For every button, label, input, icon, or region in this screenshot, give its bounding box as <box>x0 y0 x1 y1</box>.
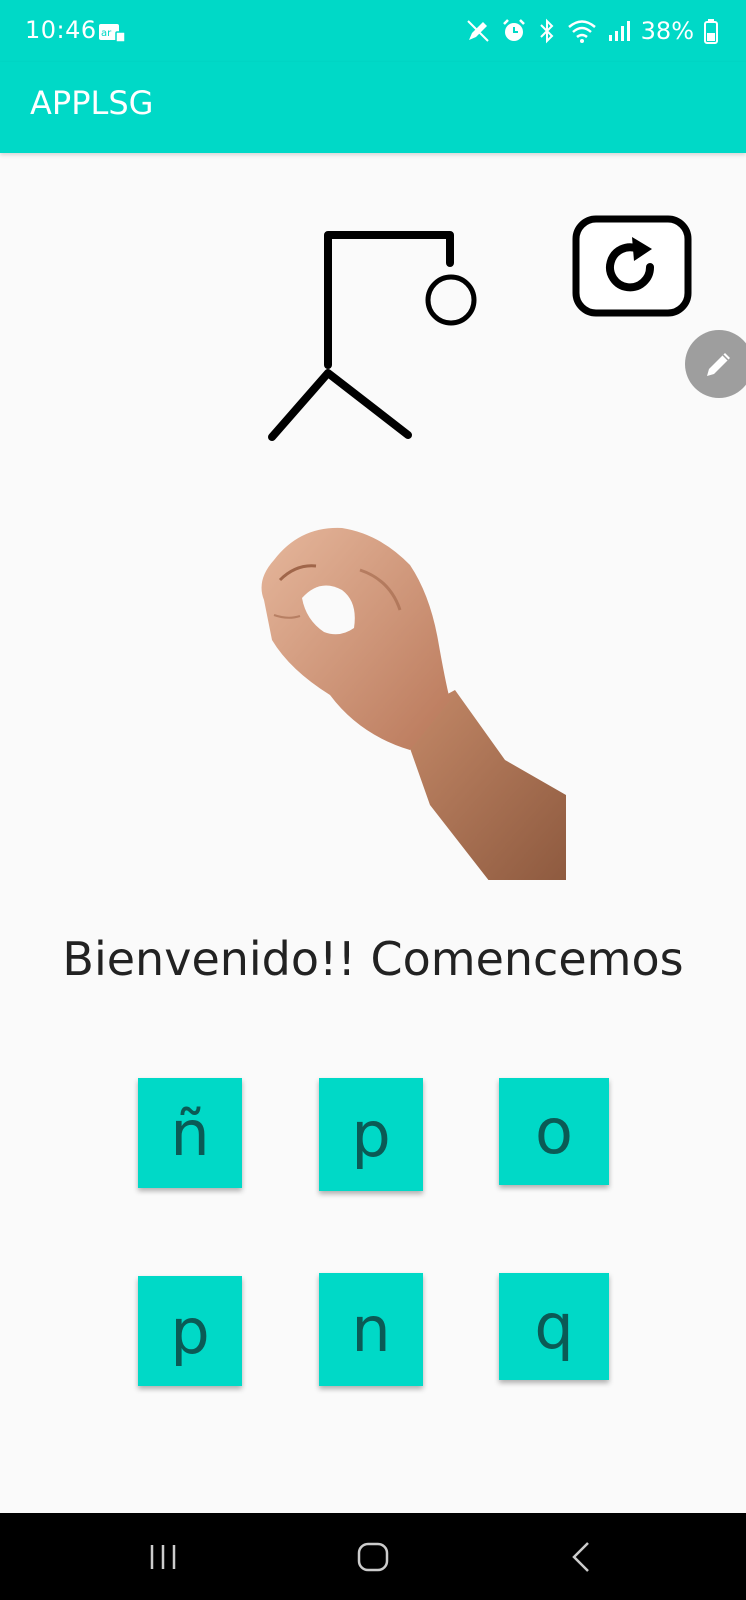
notification-icon: ar <box>98 22 126 48</box>
signal-icon <box>607 19 631 43</box>
recents-icon <box>150 1545 176 1569</box>
back-icon <box>572 1542 589 1572</box>
app-title: APPLSG <box>30 84 154 122</box>
hand-sign-image <box>261 527 566 880</box>
wifi-icon <box>567 18 597 44</box>
welcome-message: Bienvenido!! Comencemos <box>62 932 684 986</box>
app-bar: APPLSG <box>0 62 746 153</box>
navigation-bar <box>0 1513 746 1600</box>
home-icon <box>357 1542 389 1572</box>
letter-option-4[interactable]: p <box>138 1276 242 1386</box>
svg-text:ar: ar <box>101 28 112 39</box>
back-button[interactable] <box>568 1537 594 1581</box>
battery-icon <box>704 18 718 44</box>
recents-button[interactable] <box>148 1537 178 1581</box>
battery-percent: 38% <box>640 17 694 45</box>
bluetooth-icon <box>537 18 557 44</box>
letter-option-3[interactable]: o <box>499 1078 609 1185</box>
letter-option-6[interactable]: q <box>499 1273 609 1380</box>
letter-option-5[interactable]: n <box>319 1273 423 1386</box>
letter-option-2[interactable]: p <box>319 1078 423 1191</box>
refresh-icon <box>572 215 692 317</box>
hangman-drawing <box>268 231 477 441</box>
edit-button[interactable] <box>685 330 746 398</box>
letter-option-1[interactable]: ñ <box>138 1078 242 1188</box>
pen-off-icon <box>465 18 491 44</box>
pencil-icon <box>707 353 730 376</box>
alarm-icon <box>501 18 527 44</box>
status-bar: 10:46 ar 38% <box>0 0 746 62</box>
status-time: 10:46 <box>25 16 97 44</box>
status-icons: 38% <box>465 14 718 48</box>
refresh-button[interactable] <box>572 215 692 317</box>
home-button[interactable] <box>355 1537 391 1581</box>
